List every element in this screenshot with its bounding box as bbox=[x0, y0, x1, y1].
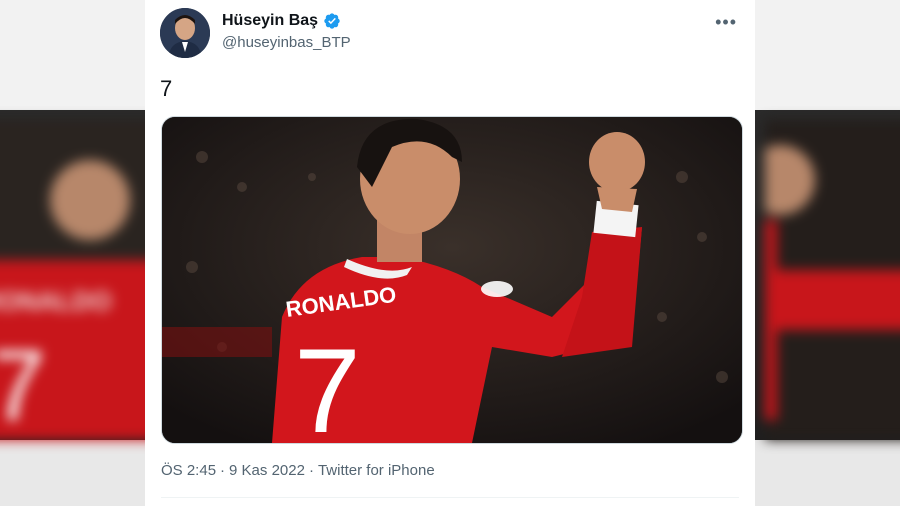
background-left-jersey-number: 7 bbox=[0, 330, 46, 440]
tweet-source[interactable]: Twitter for iPhone bbox=[318, 462, 435, 479]
tweet-text: 7 bbox=[160, 76, 173, 101]
background-right-image bbox=[765, 120, 900, 440]
tweet-card: Hüseyin Baş @huseyinbas_BTP ••• 7 RONALD… bbox=[145, 0, 755, 506]
avatar-image bbox=[160, 8, 210, 58]
divider bbox=[161, 497, 739, 498]
tweet-media-image[interactable]: RONALDO 7 bbox=[161, 116, 743, 444]
tweet-time[interactable]: ÖS 2:45 bbox=[161, 462, 216, 479]
avatar[interactable] bbox=[160, 8, 210, 58]
jersey-number-text: 7 bbox=[294, 324, 361, 443]
ronaldo-photo: RONALDO 7 bbox=[162, 117, 742, 443]
more-options-icon[interactable]: ••• bbox=[715, 12, 737, 33]
verified-badge-icon bbox=[324, 13, 340, 29]
background-left-jersey-name: RONALDO bbox=[0, 286, 111, 316]
author-display-name[interactable]: Hüseyin Baş bbox=[222, 12, 318, 30]
meta-separator: · bbox=[308, 462, 314, 479]
author-name-row: Hüseyin Baş bbox=[222, 12, 341, 30]
tweet-meta: ÖS 2:45 · 9 Kas 2022 · Twitter for iPhon… bbox=[161, 462, 435, 479]
background-left-blur: RONALDO 7 bbox=[0, 0, 145, 506]
author-handle[interactable]: @huseyinbas_BTP bbox=[222, 34, 351, 51]
background-left-image: RONALDO 7 bbox=[0, 120, 145, 440]
background-right-blur bbox=[755, 0, 900, 506]
meta-separator: · bbox=[220, 462, 226, 479]
tweet-date[interactable]: 9 Kas 2022 bbox=[229, 462, 305, 479]
